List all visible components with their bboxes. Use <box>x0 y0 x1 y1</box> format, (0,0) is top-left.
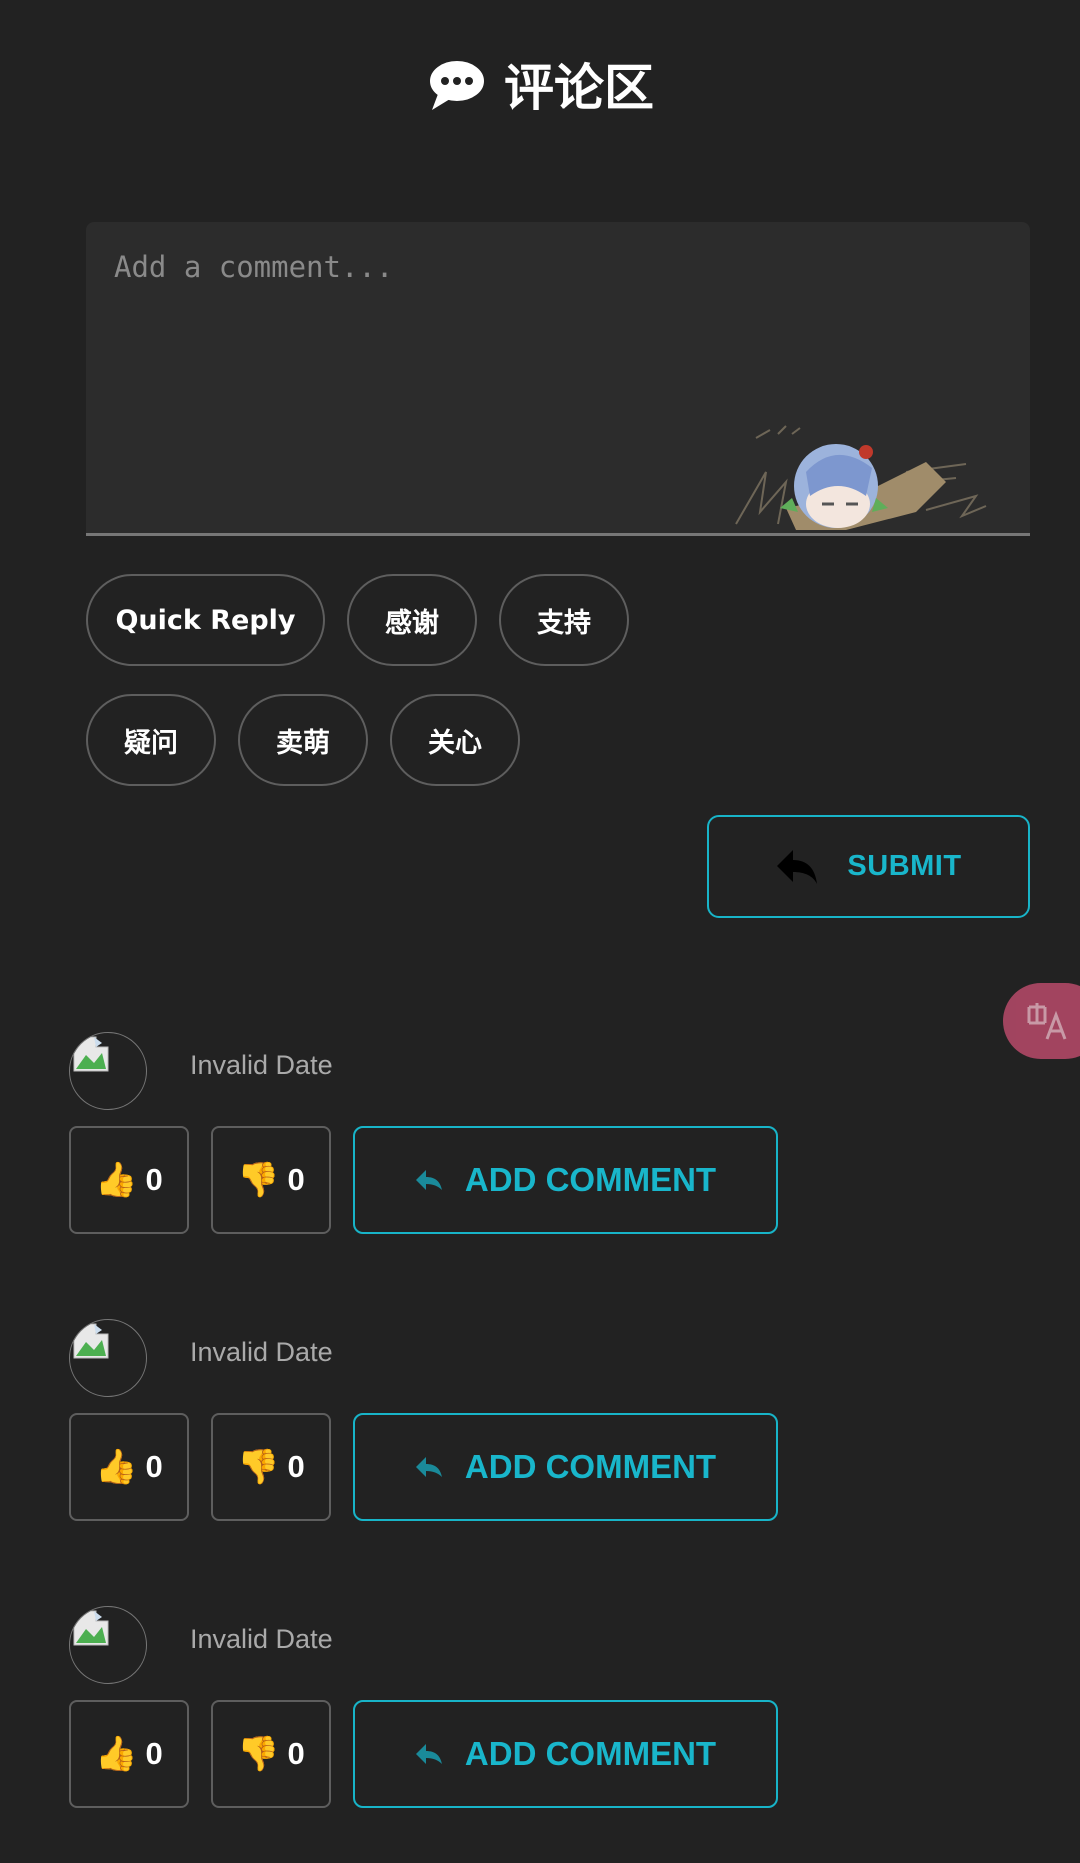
translate-button[interactable] <box>1003 983 1080 1059</box>
comment-editor[interactable] <box>86 222 1030 536</box>
add-comment-button[interactable]: ADD COMMENT <box>353 1126 778 1234</box>
comment-date: Invalid Date <box>190 1624 333 1654</box>
avatar <box>69 1319 147 1397</box>
like-button[interactable]: 👍 0 <box>69 1126 189 1234</box>
thumbs-down-icon: 👎 <box>237 1161 280 1199</box>
comment-date: Invalid Date <box>190 1337 333 1367</box>
translate-icon <box>1027 1003 1067 1040</box>
comment-item: Invalid Date 👍 0 👎 0 ADD COMMENT <box>69 1319 789 1521</box>
like-button[interactable]: 👍 0 <box>69 1700 189 1808</box>
dislike-count: 0 <box>287 1162 305 1197</box>
submit-button[interactable]: SUBMIT <box>707 815 1030 918</box>
thumbs-down-icon: 👎 <box>237 1735 280 1773</box>
reply-arrow-icon <box>415 1744 442 1764</box>
like-count: 0 <box>145 1449 163 1484</box>
reply-arrow-icon <box>415 1457 442 1477</box>
thumbs-up-icon: 👍 <box>95 1161 138 1199</box>
dislike-count: 0 <box>287 1736 305 1771</box>
add-comment-button[interactable]: ADD COMMENT <box>353 1413 778 1521</box>
broken-image-icon <box>73 1610 109 1646</box>
reply-arrow-icon <box>415 1170 442 1190</box>
quick-reply-question-chip[interactable]: 疑问 <box>86 694 216 786</box>
submit-label: SUBMIT <box>847 850 962 882</box>
like-count: 0 <box>145 1736 163 1771</box>
dislike-button[interactable]: 👎 0 <box>211 1700 331 1808</box>
speech-bubble-icon <box>428 59 486 110</box>
thumbs-up-icon: 👍 <box>95 1448 138 1486</box>
quick-reply-support-chip[interactable]: 支持 <box>499 574 629 666</box>
quick-reply-cute-chip[interactable]: 卖萌 <box>238 694 368 786</box>
avatar <box>69 1032 147 1110</box>
page-title: 评论区 <box>0 48 1080 120</box>
add-comment-label: ADD COMMENT <box>464 1448 717 1485</box>
add-comment-label: ADD COMMENT <box>464 1161 717 1198</box>
mascot-decoration <box>735 425 987 530</box>
comment-item: Invalid Date 👍 0 👎 0 ADD COMMENT <box>69 1606 789 1808</box>
quick-reply-thanks-chip[interactable]: 感谢 <box>347 574 477 666</box>
dislike-button[interactable]: 👎 0 <box>211 1413 331 1521</box>
reply-arrow-icon <box>777 849 818 884</box>
like-count: 0 <box>145 1162 163 1197</box>
add-comment-label: ADD COMMENT <box>464 1735 717 1772</box>
avatar <box>69 1606 147 1684</box>
like-button[interactable]: 👍 0 <box>69 1413 189 1521</box>
thumbs-up-icon: 👍 <box>95 1735 138 1773</box>
add-comment-button[interactable]: ADD COMMENT <box>353 1700 778 1808</box>
thumbs-down-icon: 👎 <box>237 1448 280 1486</box>
comment-item: Invalid Date 👍 0 👎 0 ADD COMMENT <box>69 1032 789 1234</box>
quick-reply-chip[interactable]: Quick Reply <box>86 574 325 666</box>
dislike-count: 0 <box>287 1449 305 1484</box>
broken-image-icon <box>73 1323 109 1359</box>
quick-reply-care-chip[interactable]: 关心 <box>390 694 520 786</box>
broken-image-icon <box>73 1036 109 1072</box>
dislike-button[interactable]: 👎 0 <box>211 1126 331 1234</box>
comment-date: Invalid Date <box>190 1050 333 1080</box>
page-title-text: 评论区 <box>504 59 654 117</box>
